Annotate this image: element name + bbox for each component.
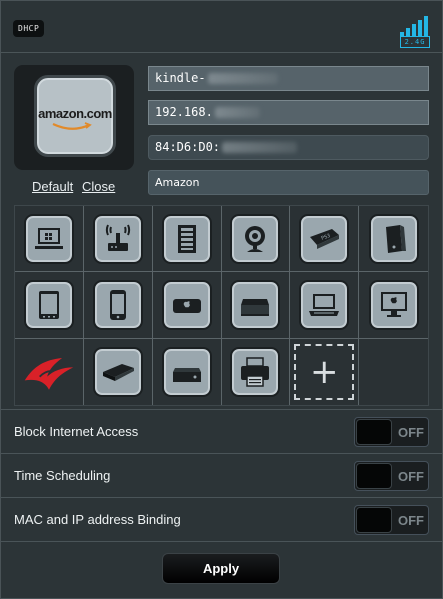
add-icon[interactable]: + [294, 343, 355, 400]
android-tablet-icon [38, 290, 59, 319]
time-scheduling-toggle[interactable]: OFF [354, 461, 429, 491]
default-link[interactable]: Default [32, 179, 73, 194]
webcam-icon [245, 225, 266, 252]
icon-cell[interactable] [290, 272, 360, 339]
icon-cell[interactable]: + [290, 338, 360, 405]
band-badge: 2.4G [400, 36, 430, 48]
setting-label: MAC and IP address Binding [14, 512, 181, 527]
icon-cell[interactable] [152, 272, 222, 339]
toggle-knob [356, 463, 392, 489]
xbox-console-icon [385, 224, 406, 253]
icon-cell[interactable] [221, 206, 291, 273]
icon-cell[interactable] [221, 272, 291, 339]
rog-logo-icon [24, 357, 74, 390]
smile-arrow-icon [52, 122, 92, 130]
icon-cell[interactable] [222, 338, 291, 405]
amazon-logo-icon: amazon.com [34, 75, 116, 157]
redacted-blur [207, 73, 278, 84]
icon-cell[interactable] [152, 206, 222, 273]
icon-cell[interactable] [153, 338, 222, 405]
toggle-knob [356, 507, 392, 533]
apply-button[interactable]: Apply [162, 553, 280, 584]
redacted-blur [214, 107, 260, 118]
redacted-blur [222, 142, 298, 153]
icon-cell[interactable] [15, 338, 84, 405]
device-icon-grid: PS3 + [14, 205, 429, 406]
device-name-field[interactable]: Amazon [148, 170, 429, 195]
android-phone-icon [109, 289, 126, 320]
mac-ip-binding-toggle[interactable]: OFF [354, 505, 429, 535]
toggle-state: OFF [398, 469, 424, 484]
xbox-one-icon [172, 367, 201, 382]
panel-header: DHCP 2.4G [1, 1, 443, 53]
icon-cell[interactable] [359, 206, 428, 273]
ip-address-field[interactable]: 192.168. [148, 100, 429, 125]
time-scheduling-row: Time Scheduling OFF [1, 453, 443, 497]
close-link[interactable]: Close [82, 179, 115, 194]
icon-cell[interactable]: PS3 [290, 206, 360, 273]
toggle-state: OFF [398, 425, 424, 440]
icon-cell[interactable] [15, 272, 84, 339]
setting-label: Time Scheduling [14, 468, 111, 483]
icon-cell[interactable] [84, 338, 153, 405]
windows-laptop-icon [34, 227, 63, 249]
block-internet-access-row: Block Internet Access OFF [1, 409, 443, 453]
imac-icon [380, 291, 407, 317]
mac-ip-binding-row: MAC and IP address Binding OFF [1, 497, 443, 541]
apple-tv-icon [172, 298, 201, 313]
brand-logo-text: amazon.com [38, 106, 112, 121]
setting-label: Block Internet Access [14, 424, 139, 439]
icon-cell[interactable] [15, 206, 84, 273]
printer-icon [241, 357, 270, 387]
ps4-console-icon [102, 363, 134, 381]
empty-cell [359, 339, 428, 405]
divider [1, 541, 443, 542]
block-internet-access-toggle[interactable]: OFF [354, 417, 429, 447]
router-icon [105, 224, 130, 251]
ps3-console-icon: PS3 [310, 228, 340, 249]
toggle-knob [356, 419, 392, 445]
hostname-field[interactable]: kindle- [148, 66, 429, 91]
icon-cell[interactable] [359, 272, 428, 339]
media-box-icon [241, 298, 270, 316]
device-detail-panel: DHCP 2.4G amazon.com Default Close kindl… [0, 0, 443, 599]
nas-server-icon [177, 224, 196, 253]
device-image[interactable]: amazon.com [14, 65, 134, 170]
dhcp-badge: DHCP [13, 20, 45, 37]
mac-address-field: 84:D6:D0: [148, 135, 429, 160]
macbook-icon [309, 293, 340, 316]
icon-cell[interactable] [83, 206, 153, 273]
icon-cell[interactable] [83, 272, 153, 339]
toggle-state: OFF [398, 513, 424, 528]
